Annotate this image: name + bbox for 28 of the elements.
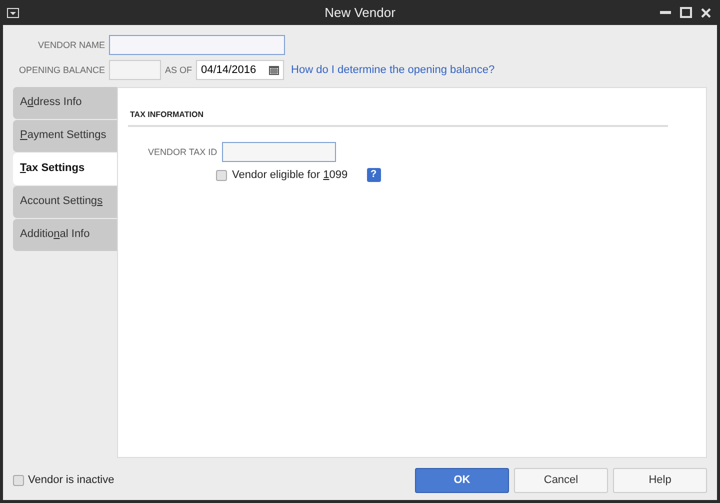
tab[interactable]: Address Info	[13, 87, 117, 119]
help-button[interactable]: ?	[366, 168, 381, 182]
opening-balance-label: OPENING BALANCE	[18, 65, 105, 75]
checkbox-label: Vendor eligible for 1099	[232, 169, 348, 181]
opening-balance-field[interactable]	[109, 60, 161, 80]
tab[interactable]: Additional Info	[13, 219, 117, 251]
section-title: TAX INFORMATION	[128, 88, 668, 127]
checkbox[interactable]	[216, 170, 227, 180]
checkbox-label: Vendor is inactive	[28, 474, 114, 486]
maximize-icon[interactable]	[680, 7, 692, 18]
as-of-label: AS OF	[165, 65, 192, 75]
ok-button[interactable]: OK	[415, 468, 509, 492]
calendar-icon[interactable]	[269, 65, 280, 75]
system-menu-icon[interactable]	[7, 8, 19, 18]
vendor-tax-id-field[interactable]	[222, 142, 336, 162]
vendor-name-field[interactable]	[109, 35, 285, 55]
tab[interactable]: Tax Settings	[13, 153, 117, 185]
vendor-tax-id-label: VENDOR TAX ID	[148, 147, 218, 157]
window-title: New Vendor	[324, 5, 396, 20]
tab[interactable]: Payment Settings	[13, 120, 117, 152]
close-icon[interactable]	[701, 8, 711, 18]
date-field[interactable]: 04/14/2016	[196, 60, 284, 80]
dialog-button[interactable]: Cancel	[514, 468, 608, 492]
vendor-name-label: VENDOR NAME	[36, 40, 105, 50]
opening-balance-help-link[interactable]: How do I determine the opening balance?	[291, 64, 495, 76]
tab[interactable]: Account Settings	[13, 186, 117, 218]
dialog-button[interactable]: Help	[613, 468, 707, 492]
checkbox[interactable]	[13, 474, 24, 486]
